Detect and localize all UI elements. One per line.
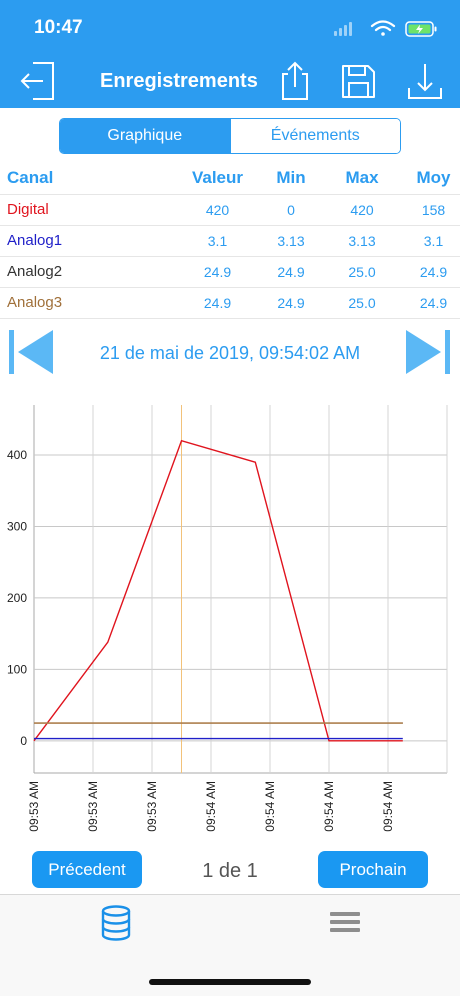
y-tick-label: 0 <box>20 734 27 748</box>
previous-page-button[interactable]: Précedent <box>32 851 142 888</box>
cell-max: 3.13 <box>317 225 407 257</box>
x-tick-label: 09:54 AM <box>381 781 395 832</box>
next-page-button[interactable]: Prochain <box>318 851 428 888</box>
cell-valeur: 420 <box>170 194 265 226</box>
cell-max: 25.0 <box>317 287 407 319</box>
channel-table: Canal Valeur Min Max Moy Digital 420 0 4… <box>0 163 460 319</box>
table-row: Analog1 3.1 3.13 3.13 3.1 <box>0 225 460 257</box>
chart-series <box>33 439 403 742</box>
chart-grid <box>33 405 448 774</box>
x-axis-ticks: 09:53 AM 09:53 AM 09:53 AM 09:54 AM 09:54 AM… <box>27 781 395 832</box>
table-row: Analog2 24.9 24.9 25.0 24.9 <box>0 256 460 288</box>
x-tick-label: 09:54 AM <box>263 781 277 832</box>
previous-record-icon[interactable] <box>9 328 53 376</box>
table-row: Analog3 24.9 24.9 25.0 24.9 <box>0 287 460 319</box>
menu-icon[interactable] <box>327 905 363 941</box>
segment-graph[interactable]: Graphique <box>60 119 230 153</box>
record-date: 21 de mai de 2019, 09:54:02 AM <box>99 343 361 363</box>
next-record-icon[interactable] <box>406 328 450 376</box>
channel-name: Analog3 <box>0 287 170 319</box>
database-icon[interactable] <box>98 905 134 941</box>
signal-icon <box>334 22 352 36</box>
y-tick-label: 300 <box>7 519 27 533</box>
battery-icon <box>405 21 437 37</box>
cell-valeur: 24.9 <box>170 287 265 319</box>
y-tick-label: 400 <box>7 448 27 462</box>
cell-valeur: 24.9 <box>170 256 265 288</box>
home-indicator <box>149 979 311 985</box>
channel-name: Analog1 <box>0 225 170 257</box>
column-header-valeur: Valeur <box>170 163 265 195</box>
column-header-moy: Moy <box>407 163 460 195</box>
x-tick-label: 09:53 AM <box>27 781 41 832</box>
records-chart[interactable]: 0100200300400 09:53 AM 09:53 AM 09:53 AM 09… <box>0 395 460 845</box>
x-tick-label: 09:54 AM <box>204 781 218 832</box>
x-tick-label: 09:53 AM <box>86 781 100 832</box>
y-tick-label: 200 <box>7 591 27 605</box>
cell-valeur: 3.1 <box>170 225 265 257</box>
cell-min: 3.13 <box>265 225 317 257</box>
date-navigator: 21 de mai de 2019, 09:54:02 AM <box>0 326 460 378</box>
series-line-digital <box>33 439 403 742</box>
page-title: Enregistrements <box>100 70 258 92</box>
column-header-min: Min <box>265 163 317 195</box>
share-icon[interactable] <box>275 60 315 102</box>
channel-name: Digital <box>0 194 170 226</box>
channel-name: Analog2 <box>0 256 170 288</box>
cell-moy: 158 <box>407 194 460 226</box>
status-time: 10:47 <box>34 17 83 38</box>
cell-moy: 3.1 <box>407 225 460 257</box>
table-header-row: Canal Valeur Min Max Moy <box>0 163 460 195</box>
app-header: 10:47 Enregistrements <box>0 0 460 108</box>
cell-min: 24.9 <box>265 256 317 288</box>
status-icons <box>334 20 437 37</box>
cell-min: 24.9 <box>265 287 317 319</box>
table-row: Digital 420 0 420 158 <box>0 194 460 226</box>
exit-icon[interactable] <box>19 60 59 102</box>
cell-moy: 24.9 <box>407 287 460 319</box>
wifi-icon <box>370 20 396 36</box>
column-header-max: Max <box>317 163 407 195</box>
x-tick-label: 09:54 AM <box>322 781 336 832</box>
download-icon[interactable] <box>405 60 445 102</box>
cell-max: 25.0 <box>317 256 407 288</box>
view-segmented-control: Graphique Événements <box>59 118 401 154</box>
segment-events[interactable]: Événements <box>229 119 400 153</box>
x-tick-label: 09:53 AM <box>145 781 159 832</box>
cell-max: 420 <box>317 194 407 226</box>
cell-min: 0 <box>265 194 317 226</box>
y-axis-ticks: 0 100 200 300 400 <box>7 448 27 748</box>
cell-moy: 24.9 <box>407 256 460 288</box>
page-indicator: 1 de 1 <box>202 860 258 882</box>
y-tick-label: 100 <box>7 662 27 676</box>
save-icon[interactable] <box>338 60 378 102</box>
column-header-canal: Canal <box>0 163 170 195</box>
